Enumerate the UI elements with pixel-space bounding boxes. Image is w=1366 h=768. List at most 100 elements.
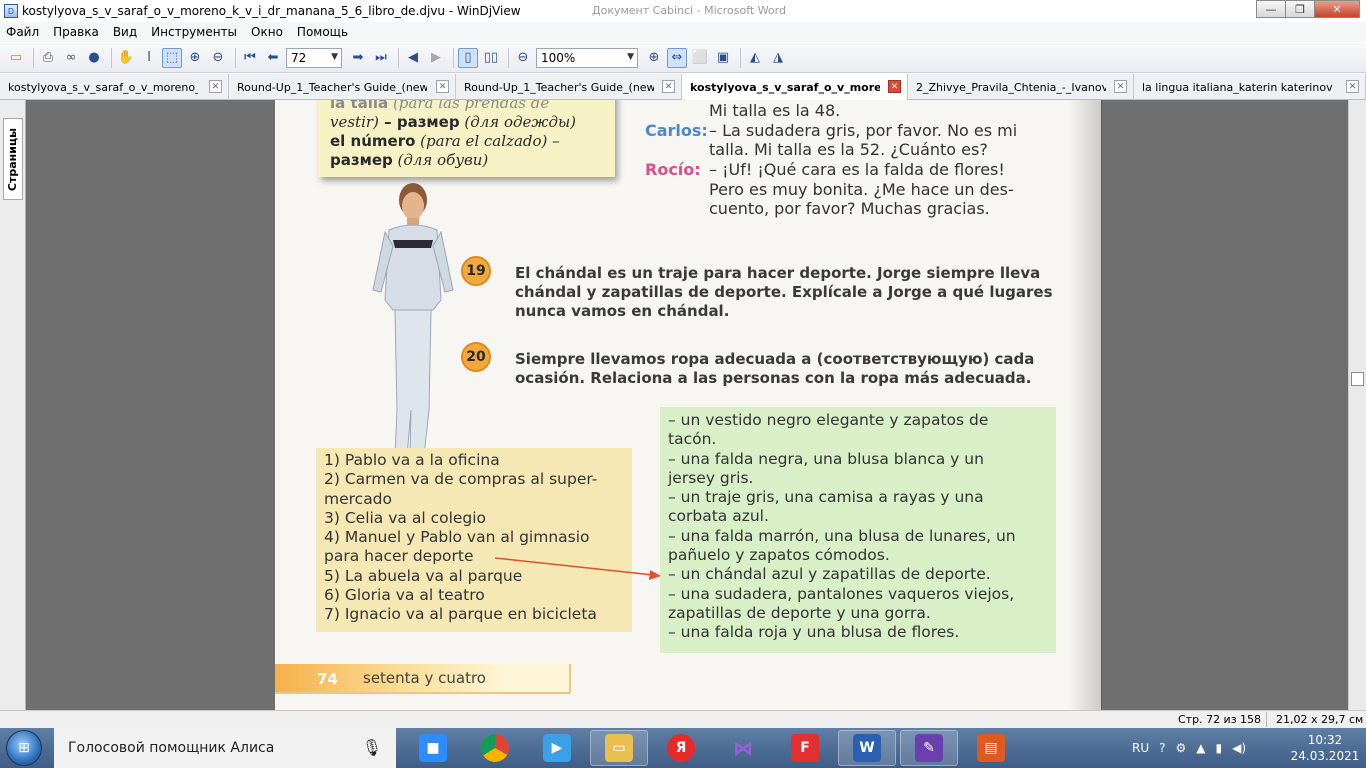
speaker-rocio: Rocío: [645, 160, 701, 179]
clothes-item: tacón. [668, 430, 717, 449]
page-binding-shadow [1068, 100, 1102, 710]
open-folder-icon[interactable]: ▭ [6, 48, 26, 68]
exercise-20-line: ocasión. Relaciona a las personas con la… [515, 369, 1032, 387]
background-window-title: Документ Cabinci - Microsoft Word [592, 4, 786, 17]
rotate-left-icon[interactable]: ◭ [745, 48, 765, 68]
page-number-combo[interactable]: 72 ▼ [286, 47, 342, 68]
language-indicator[interactable]: RU [1132, 741, 1149, 755]
close-button[interactable]: ✕ [1314, 0, 1360, 18]
person-item: 3) Celia va al colegio [324, 508, 487, 527]
taskbar-clock[interactable]: 10:32 24.03.2021 [1290, 732, 1360, 764]
visual-studio-icon[interactable]: ⋈ [714, 730, 772, 766]
note-text: (для обуви) [392, 151, 489, 169]
hand-tool-icon[interactable]: ✋ [116, 48, 136, 68]
zoom-in-tool-icon[interactable]: ⊕ [185, 48, 205, 68]
chrome-app-icon[interactable] [466, 730, 524, 766]
zoom-out-tool-icon[interactable]: ⊖ [208, 48, 228, 68]
pages-panel-tab[interactable]: Страницы [3, 118, 23, 200]
document-tab-active[interactable]: kostylyova_s_v_saraf_o_v_moreno_k_v_i_dr… [682, 74, 908, 100]
note-text: vestir) [330, 113, 379, 131]
tab-close-icon[interactable]: ✕ [662, 80, 675, 93]
find-binoculars-icon[interactable]: ∞ [61, 48, 81, 68]
network-settings-icon[interactable]: ⚙ [1176, 741, 1187, 755]
toolbar-separator [111, 47, 112, 68]
menu-view[interactable]: Вид [113, 25, 137, 39]
tab-close-icon[interactable]: ✕ [1346, 80, 1359, 93]
text-select-icon[interactable]: I [139, 48, 159, 68]
windjview-taskbar-icon[interactable]: ✎ [900, 730, 958, 766]
document-tab-bar: kostylyova_s_v_saraf_o_v_moreno_k_v_i_dr… [0, 74, 1366, 100]
menu-file[interactable]: Файл [6, 25, 39, 39]
assistant-label: Голосовой помощник Алиса [68, 740, 275, 756]
power-icon[interactable]: ▮ [1216, 741, 1223, 755]
tab-close-icon[interactable]: ✕ [1114, 80, 1127, 93]
window-controls: — ❐ ✕ [1256, 0, 1360, 18]
clothes-item: – una falda roja y una blusa de flores. [668, 623, 960, 642]
menu-edit[interactable]: Правка [53, 25, 99, 39]
fit-page-icon[interactable]: ⬜ [690, 48, 710, 68]
zoom-app-icon[interactable]: ■ [404, 730, 462, 766]
clothes-item: – una falda marrón, una blusa de lunares… [668, 526, 1016, 545]
exercise-number-badge: 20 [461, 342, 491, 372]
exercise-19-line: nunca vamos en chándal. [515, 302, 730, 320]
title-bar: D kostylyova_s_v_saraf_o_v_moreno_k_v_i_… [0, 0, 1366, 22]
document-tab[interactable]: Round-Up_1_Teacher's Guide_(new_edition)… [456, 74, 682, 100]
facing-pages-layout-icon[interactable]: ▯▯ [481, 48, 501, 68]
show-hidden-icons-icon[interactable]: ▲ [1196, 741, 1205, 755]
zoom-in-icon[interactable]: ⊕ [644, 48, 664, 68]
assistant-search-box[interactable]: Голосовой помощник Алиса 🎙 [54, 728, 396, 768]
file-explorer-icon[interactable]: ▭ [590, 730, 648, 766]
document-tab[interactable]: la lingua italiana_katerin katerinov.djv… [1134, 74, 1366, 100]
note-term: el número [330, 132, 416, 150]
first-page-icon[interactable]: ⏮ [240, 48, 260, 68]
rotate-right-icon[interactable]: ◮ [768, 48, 788, 68]
fit-width-icon[interactable]: ⇔ [667, 47, 687, 68]
single-page-layout-icon[interactable]: ▯ [458, 47, 478, 68]
media-player-icon[interactable]: ▶ [528, 730, 586, 766]
microphone-icon[interactable]: 🎙 [362, 738, 382, 757]
zoom-out-icon[interactable]: ⊖ [513, 48, 533, 68]
foxit-reader-icon[interactable]: F [776, 730, 834, 766]
help-icon[interactable]: ? [1159, 741, 1165, 755]
menu-tools[interactable]: Инструменты [151, 25, 237, 39]
next-page-icon[interactable]: ➡ [348, 48, 368, 68]
clothes-item: pañuelo y zapatos cómodos. [668, 546, 890, 565]
yandex-browser-icon[interactable]: Я [652, 730, 710, 766]
menu-help[interactable]: Помощь [297, 25, 348, 39]
previous-page-icon[interactable]: ⬅ [263, 48, 283, 68]
note-term: размер [330, 151, 393, 169]
clothes-item: – un chándal azul y zapatillas de deport… [668, 565, 991, 584]
chevron-down-icon: ▼ [627, 51, 634, 62]
zoom-value: 100% [541, 50, 576, 65]
tab-close-icon[interactable]: ✕ [436, 80, 449, 93]
chevron-down-icon: ▼ [331, 51, 338, 62]
presentation-app-icon[interactable]: ▤ [962, 730, 1020, 766]
zoom-combo[interactable]: 100% ▼ [536, 47, 638, 68]
document-tab[interactable]: Round-Up_1_Teacher's Guide_(new_edition)… [229, 74, 456, 100]
exercise-19-line: chándal y zapatillas de deporte. Explíca… [515, 283, 1053, 301]
document-tab[interactable]: kostylyova_s_v_saraf_o_v_moreno_k_v_i_dr… [0, 74, 229, 100]
info-icon[interactable]: ● [84, 48, 104, 68]
last-page-icon[interactable]: ⏭ [371, 48, 391, 68]
menu-window[interactable]: Окно [251, 25, 283, 39]
clothes-item: – una falda negra, una blusa blanca y un [668, 449, 984, 468]
tab-close-icon[interactable]: ✕ [888, 80, 901, 93]
minimize-button[interactable]: — [1256, 0, 1286, 18]
scrollbar-thumb[interactable] [1351, 372, 1364, 386]
vertical-scrollbar[interactable] [1348, 100, 1366, 710]
tab-close-icon[interactable]: ✕ [209, 80, 222, 93]
maximize-button[interactable]: ❐ [1285, 0, 1315, 18]
document-tab[interactable]: 2_Zhivye_Pravila_Chtenia_-_Ivanova.djvu … [908, 74, 1134, 100]
word-app-icon[interactable]: W [838, 730, 896, 766]
actual-size-icon[interactable]: ▣ [713, 48, 733, 68]
rect-select-icon[interactable]: ⬚ [162, 47, 182, 68]
page-number-words: setenta y cuatro [363, 669, 486, 687]
clothes-item: zapatillas de deporte y una gorra. [668, 603, 931, 622]
exercise-number-badge: 19 [461, 256, 491, 286]
back-icon[interactable]: ◀ [403, 48, 423, 68]
print-icon[interactable]: ⎙ [38, 48, 58, 68]
forward-icon[interactable]: ▶ [426, 48, 446, 68]
volume-icon[interactable]: ◀) [1232, 741, 1246, 755]
start-button[interactable]: ⊞ [6, 730, 42, 766]
toolbar: ▭ ⎙ ∞ ● ✋ I ⬚ ⊕ ⊖ ⏮ ⬅ 72 ▼ ➡ ⏭ ◀ ▶ ▯ ▯▯ … [0, 43, 1366, 73]
